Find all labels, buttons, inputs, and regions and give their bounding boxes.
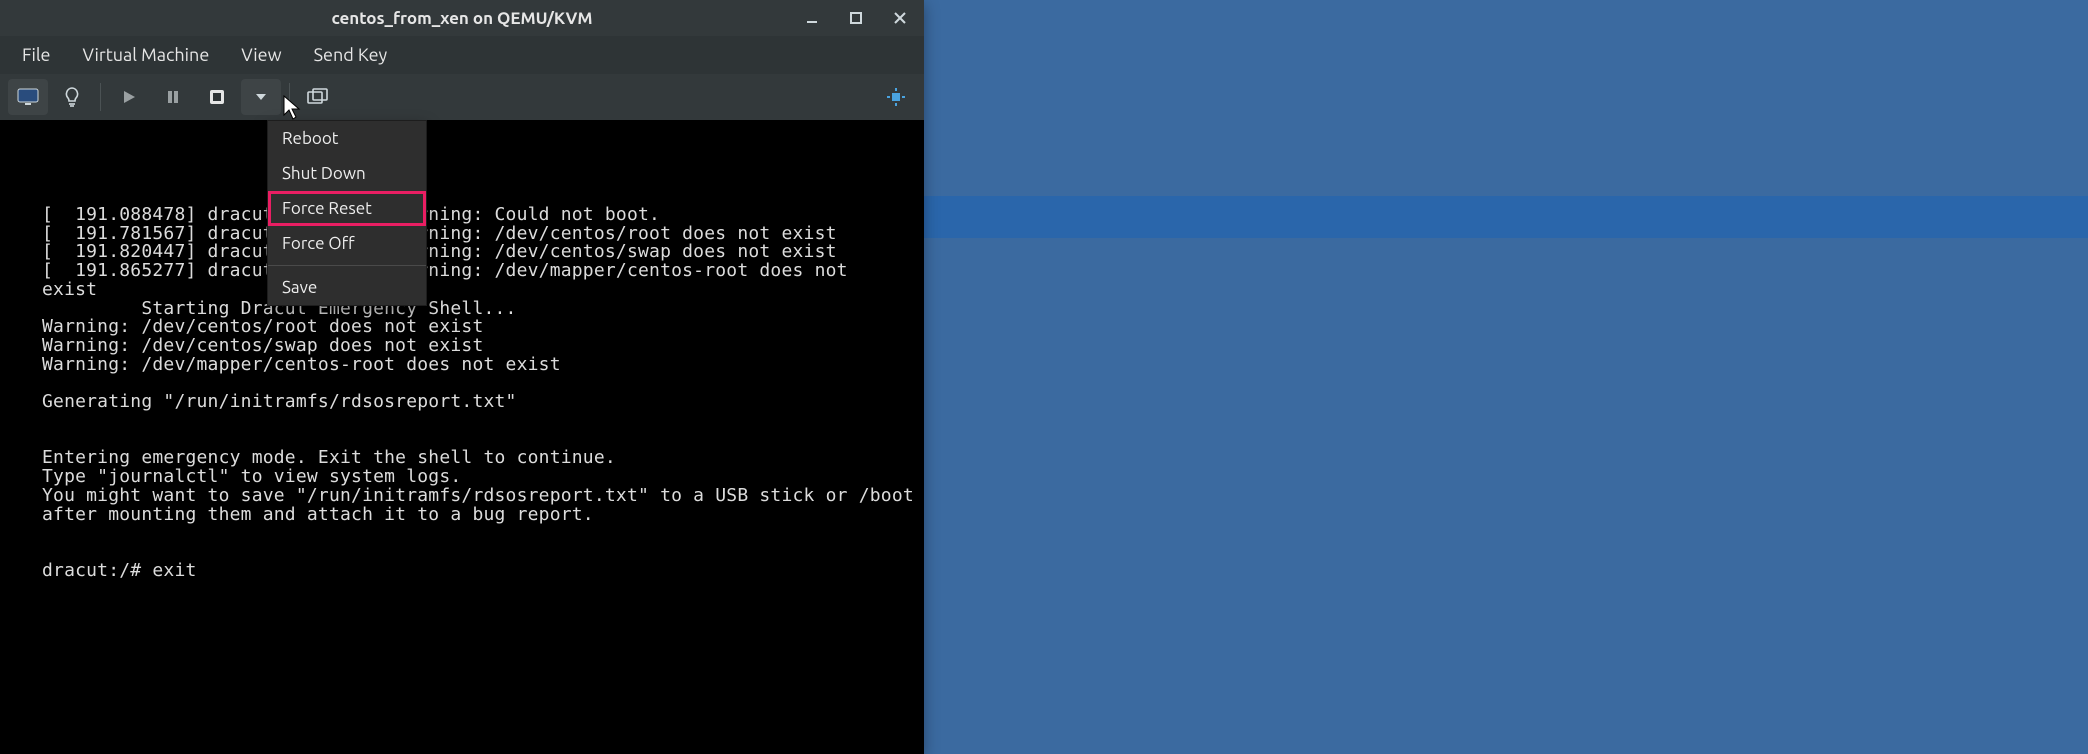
dropdown-separator bbox=[268, 265, 426, 266]
titlebar: centos_from_xen on QEMU/KVM bbox=[0, 0, 924, 36]
power-icon bbox=[208, 88, 226, 106]
fullscreen-icon bbox=[886, 87, 906, 107]
window-title: centos_from_xen on QEMU/KVM bbox=[331, 9, 592, 28]
dropdown-force-off[interactable]: Force Off bbox=[268, 226, 426, 261]
chevron-down-icon bbox=[255, 93, 267, 101]
vm-window: centos_from_xen on QEMU/KVM File Virtual… bbox=[0, 0, 924, 754]
vm-console[interactable]: [ 191.088478] dracut- Warning: Could not… bbox=[0, 120, 924, 754]
shutdown-dropdown-menu: Reboot Shut Down Force Reset Force Off S… bbox=[267, 120, 427, 306]
menu-virtual-machine[interactable]: Virtual Machine bbox=[71, 39, 222, 71]
toolbar: Reboot Shut Down Force Reset Force Off S… bbox=[0, 74, 924, 120]
menu-file[interactable]: File bbox=[10, 39, 63, 71]
details-view-button[interactable] bbox=[52, 79, 92, 115]
menu-view[interactable]: View bbox=[229, 39, 293, 71]
monitor-icon bbox=[17, 88, 39, 106]
maximize-icon bbox=[849, 11, 863, 25]
minimize-icon bbox=[805, 11, 819, 25]
shutdown-button[interactable] bbox=[197, 79, 237, 115]
menu-send-key[interactable]: Send Key bbox=[302, 39, 400, 71]
snapshots-button[interactable] bbox=[298, 79, 338, 115]
dropdown-shut-down[interactable]: Shut Down bbox=[268, 156, 426, 191]
maximize-button[interactable] bbox=[842, 4, 870, 32]
console-view-button[interactable] bbox=[8, 79, 48, 115]
close-icon bbox=[893, 11, 907, 25]
toolbar-separator bbox=[289, 83, 290, 111]
play-icon bbox=[121, 89, 137, 105]
dropdown-reboot[interactable]: Reboot bbox=[268, 121, 426, 156]
close-button[interactable] bbox=[886, 4, 914, 32]
fullscreen-button[interactable] bbox=[876, 79, 916, 115]
window-controls bbox=[798, 0, 914, 36]
lightbulb-icon bbox=[63, 86, 81, 108]
dropdown-force-reset[interactable]: Force Reset bbox=[268, 191, 426, 226]
shutdown-dropdown-button[interactable] bbox=[241, 79, 281, 115]
minimize-button[interactable] bbox=[798, 4, 826, 32]
dropdown-save[interactable]: Save bbox=[268, 270, 426, 305]
pause-icon bbox=[166, 89, 180, 105]
toolbar-separator bbox=[100, 83, 101, 111]
run-button[interactable] bbox=[109, 79, 149, 115]
menubar: File Virtual Machine View Send Key bbox=[0, 36, 924, 74]
pause-button[interactable] bbox=[153, 79, 193, 115]
snapshots-icon bbox=[307, 88, 329, 106]
